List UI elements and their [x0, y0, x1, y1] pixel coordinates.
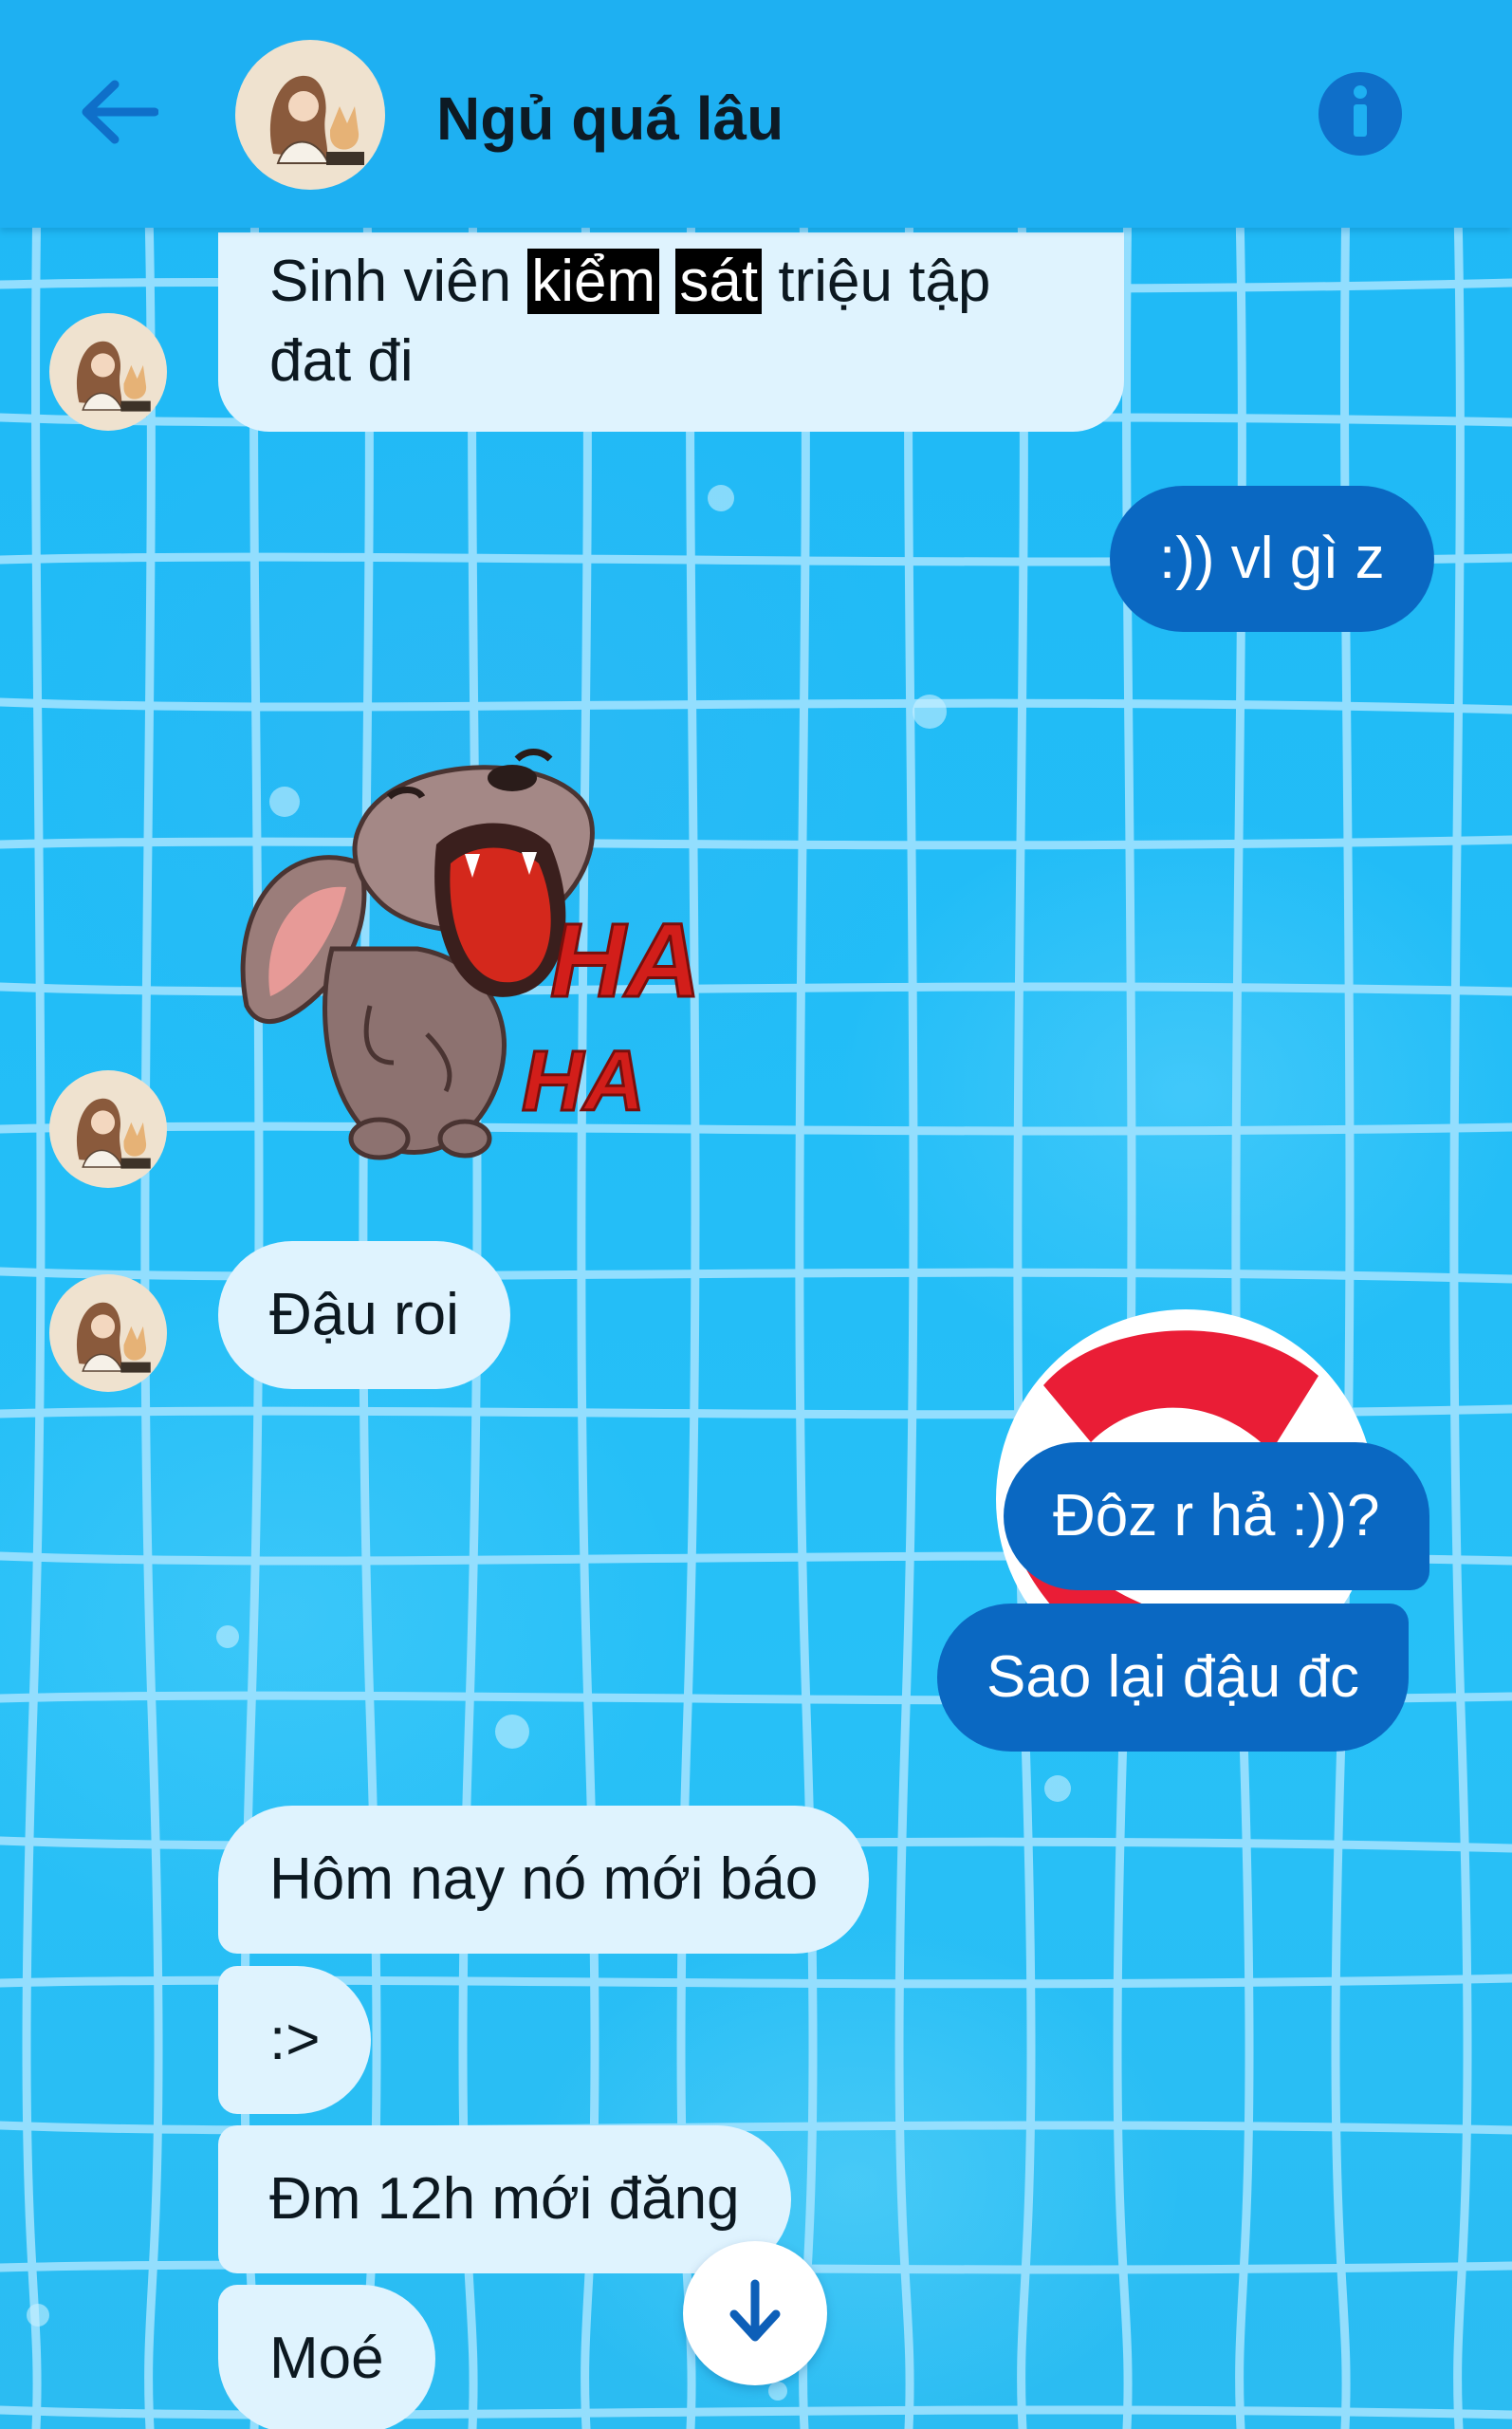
avatar-illustration — [76, 1098, 151, 1169]
laughing-dog-sticker[interactable]: HA HA — [228, 721, 721, 1177]
message-line: Sinh viên kiểm sát triệu tập — [269, 249, 991, 314]
info-icon — [1341, 83, 1379, 145]
avatar-illustration — [76, 341, 151, 412]
highlighted-word: kiểm — [527, 249, 660, 314]
sticker-text: HA — [550, 902, 701, 1019]
message-bubble-incoming[interactable]: Hôm nay nó mới báo — [218, 1806, 870, 1954]
avatar-illustration — [76, 1302, 151, 1373]
sender-avatar[interactable] — [49, 313, 167, 431]
sticker-text: HA — [522, 1034, 645, 1129]
avatar-illustration — [269, 75, 364, 165]
message-bubble-incoming[interactable]: Moé — [218, 2285, 435, 2429]
sender-avatar[interactable] — [49, 1070, 167, 1188]
info-button[interactable] — [1318, 72, 1402, 156]
contact-name: Ngủ quá lâu — [436, 84, 784, 153]
arrow-left-icon — [79, 79, 159, 150]
message-bubble-incoming[interactable]: Đm 12h mới đăng — [218, 2125, 791, 2273]
contact-avatar[interactable] — [235, 40, 385, 190]
message-bubble-incoming[interactable]: Sinh viên kiểm sát triệu tập đat đi — [218, 232, 1124, 432]
message-line: đat đi — [269, 328, 414, 394]
message-bubble-outgoing[interactable]: Sao lại đậu đc — [937, 1604, 1409, 1752]
sender-avatar[interactable] — [49, 1274, 167, 1392]
message-bubble-outgoing[interactable]: :)) vl gì z — [1110, 486, 1434, 632]
message-bubble-incoming[interactable]: :> — [218, 1966, 372, 2114]
scroll-to-bottom-button[interactable] — [683, 2241, 827, 2385]
back-button[interactable] — [66, 71, 171, 157]
message-bubble-outgoing[interactable]: Đôz r hả :))? — [1004, 1442, 1429, 1590]
sticker-illustration: HA HA — [240, 749, 702, 1160]
message-bubble-incoming[interactable]: Đậu roi — [218, 1241, 510, 1389]
chat-header: Ngủ quá lâu — [0, 0, 1512, 228]
highlighted-word: sát — [675, 249, 763, 314]
arrow-down-icon — [727, 2278, 784, 2349]
